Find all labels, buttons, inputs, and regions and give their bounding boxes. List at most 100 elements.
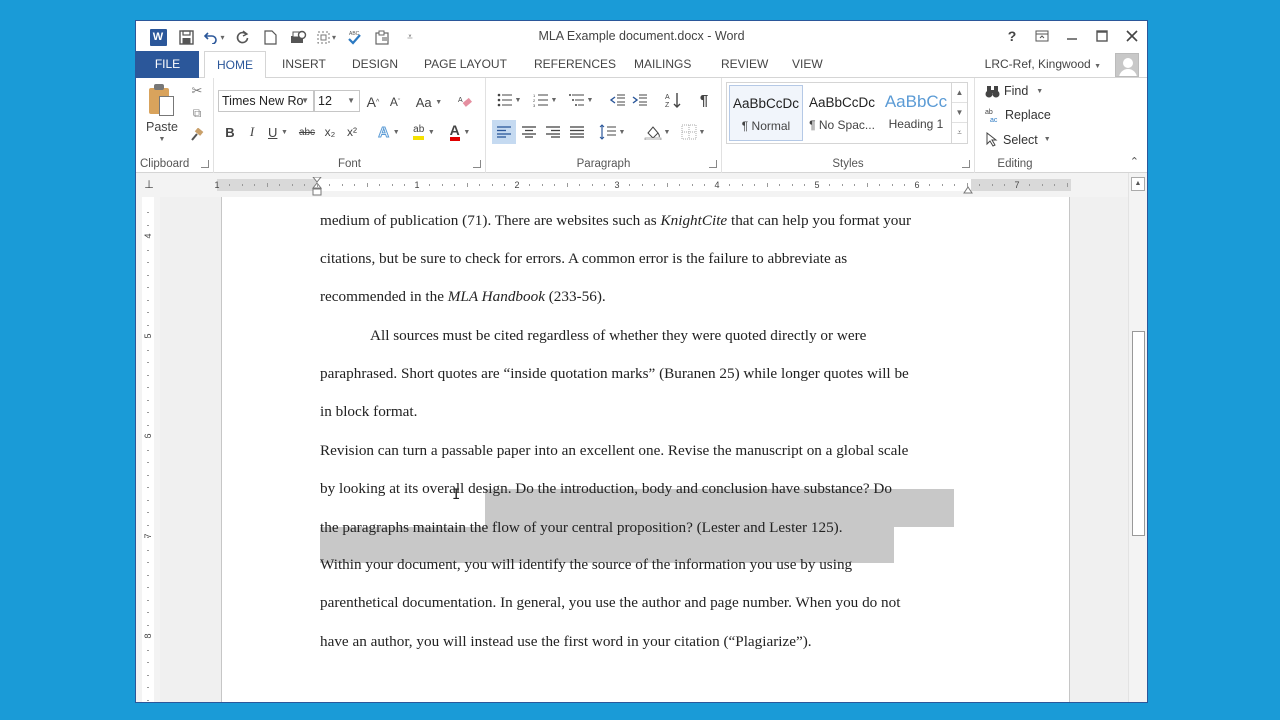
text-run: medium of publication (71). There are we…	[320, 212, 661, 229]
clipboard-dialog-launcher[interactable]	[201, 160, 209, 168]
ruler-tick	[1041, 184, 1043, 186]
styles-scroll-up-icon[interactable]: ▲	[952, 83, 967, 103]
style-normal[interactable]: AaBbCcDc ¶ Normal	[729, 85, 803, 141]
ruler-tick	[291, 184, 293, 186]
copy-icon[interactable]: ⧉	[188, 104, 206, 122]
tab-review[interactable]: REVIEW	[709, 51, 780, 78]
text-run: All sources must be cited regardless of …	[370, 327, 867, 344]
clear-formatting-icon[interactable]: A	[454, 92, 476, 112]
close-icon[interactable]	[1117, 21, 1147, 51]
font-dialog-launcher[interactable]	[473, 160, 481, 168]
tab-file[interactable]: FILE	[136, 51, 199, 78]
help-icon[interactable]: ?	[997, 21, 1027, 51]
text-cursor-ibeam-icon: I	[452, 487, 461, 503]
bullets-button[interactable]: ▼	[494, 90, 524, 110]
sort-button[interactable]: AZ	[662, 90, 684, 110]
font-name-select[interactable]: Times New Ro ▼	[218, 90, 314, 112]
align-right-button[interactable]	[542, 120, 564, 144]
styles-dialog-launcher[interactable]	[962, 160, 970, 168]
avatar[interactable]	[1115, 53, 1139, 77]
multilevel-list-button[interactable]: ▼	[566, 90, 596, 110]
numbering-button[interactable]: 123 ▼	[530, 90, 560, 110]
tab-page-layout[interactable]: PAGE LAYOUT	[412, 51, 519, 78]
align-left-button[interactable]	[492, 120, 516, 144]
decrease-indent-button[interactable]	[608, 90, 628, 110]
ruler-tick	[741, 184, 743, 186]
paragraph-dialog-launcher[interactable]	[709, 160, 717, 168]
center-button[interactable]	[518, 120, 540, 144]
ruler-tick	[147, 499, 149, 501]
tab-stop-selector[interactable]: ⊥	[142, 178, 156, 192]
superscript-button[interactable]: x²	[342, 122, 362, 142]
justify-button[interactable]	[566, 120, 588, 144]
paste-button[interactable]: Paste ▼	[140, 80, 184, 150]
cursor-arrow-icon	[986, 132, 998, 147]
ruler-tick	[366, 183, 368, 187]
ribbon-display-options-icon[interactable]	[1027, 21, 1057, 51]
ruler-tick	[641, 184, 643, 186]
show-formatting-marks-button[interactable]: ¶	[694, 90, 714, 110]
ruler-tick	[147, 562, 149, 563]
underline-button[interactable]: U ▼	[264, 122, 292, 142]
styles-more-icon[interactable]: ⩡	[952, 123, 967, 143]
paste-label: Paste	[146, 120, 178, 134]
format-painter-icon[interactable]	[188, 126, 206, 144]
font-size-select[interactable]: 12 ▼	[314, 90, 360, 112]
italic-title: KnightCite	[660, 212, 728, 229]
tab-home[interactable]: HOME	[204, 51, 266, 79]
highlight-color-button[interactable]: ab ▼	[408, 122, 440, 142]
maximize-icon[interactable]	[1087, 21, 1117, 51]
document-line: Within your document, you will identify …	[320, 555, 852, 575]
account-menu[interactable]: LRC-Ref, Kingwood ▼	[985, 57, 1101, 71]
strikethrough-button[interactable]: abc	[296, 122, 318, 142]
text-effects-button[interactable]: A ▼	[374, 122, 404, 142]
ruler-tick	[147, 362, 149, 363]
vertical-scrollbar[interactable]: ▲	[1128, 173, 1147, 702]
text-run: by looking at its overall	[320, 480, 469, 497]
horizontal-ruler[interactable]: 1 1 2 3 4 5 6 7	[214, 176, 1071, 196]
select-button[interactable]: Select ▼	[985, 132, 1051, 147]
font-color-button[interactable]: A ▼	[444, 122, 476, 142]
shading-button[interactable]: ▼	[640, 120, 674, 144]
shrink-font-button[interactable]: Aˇ	[386, 92, 404, 112]
change-case-button[interactable]: Aa ▼	[414, 92, 444, 112]
document-page[interactable]: medium of publication (71). There are we…	[221, 197, 1070, 702]
minimize-icon[interactable]	[1057, 21, 1087, 51]
tab-mailings[interactable]: MAILINGS	[622, 51, 703, 78]
document-line: have an author, you will instead use the…	[320, 632, 812, 652]
find-button[interactable]: Find ▼	[985, 84, 1043, 98]
ruler-tick	[147, 312, 149, 313]
grow-font-button[interactable]: A ^	[364, 92, 382, 112]
document-line: the paragraphs maintain the flow of your…	[320, 518, 843, 538]
italic-button[interactable]: I	[244, 122, 260, 142]
tab-references[interactable]: REFERENCES	[522, 51, 628, 78]
line-spacing-button[interactable]: ▼	[596, 120, 628, 144]
ruler-tick	[779, 184, 780, 186]
text-run: (233-56).	[544, 288, 606, 305]
ruler-number: 4	[143, 233, 153, 239]
ruler-tick	[604, 184, 605, 186]
tab-design[interactable]: DESIGN	[340, 51, 410, 78]
increase-indent-button[interactable]	[630, 90, 650, 110]
bold-button[interactable]: B	[222, 122, 238, 142]
ruler-number: 6	[914, 180, 920, 190]
tab-view[interactable]: VIEW	[780, 51, 835, 78]
tab-insert[interactable]: INSERT	[270, 51, 338, 78]
vertical-ruler[interactable]: 4 5 6 7 8	[142, 197, 154, 702]
collapse-ribbon-icon[interactable]: ⌃	[1130, 155, 1139, 168]
ruler-tick	[754, 184, 755, 186]
ruler-tick	[147, 274, 149, 276]
borders-button[interactable]: ▼	[676, 120, 710, 144]
style-heading-1[interactable]: AaBbCc Heading 1	[879, 85, 953, 141]
subscript-button[interactable]: x₂	[320, 122, 340, 142]
scrollbar-thumb[interactable]	[1132, 330, 1145, 536]
ribbon-tabs: FILE HOME INSERT DESIGN PAGE LAYOUT REFE…	[136, 51, 1147, 79]
replace-button[interactable]: ab ac Replace	[985, 108, 1051, 122]
svg-text:Z: Z	[665, 102, 670, 108]
styles-scroll-down-icon[interactable]: ▼	[952, 103, 967, 123]
style-no-spacing[interactable]: AaBbCcDc ¶ No Spac...	[805, 85, 879, 141]
paragraph-group: ▼ 123 ▼ ▼ AZ ¶ ▼ ▼ ▼ Paragraph	[486, 78, 722, 173]
ruler-tick	[841, 184, 843, 186]
cut-icon[interactable]: ✂	[188, 82, 206, 100]
scroll-up-arrow-icon[interactable]: ▲	[1131, 177, 1145, 191]
